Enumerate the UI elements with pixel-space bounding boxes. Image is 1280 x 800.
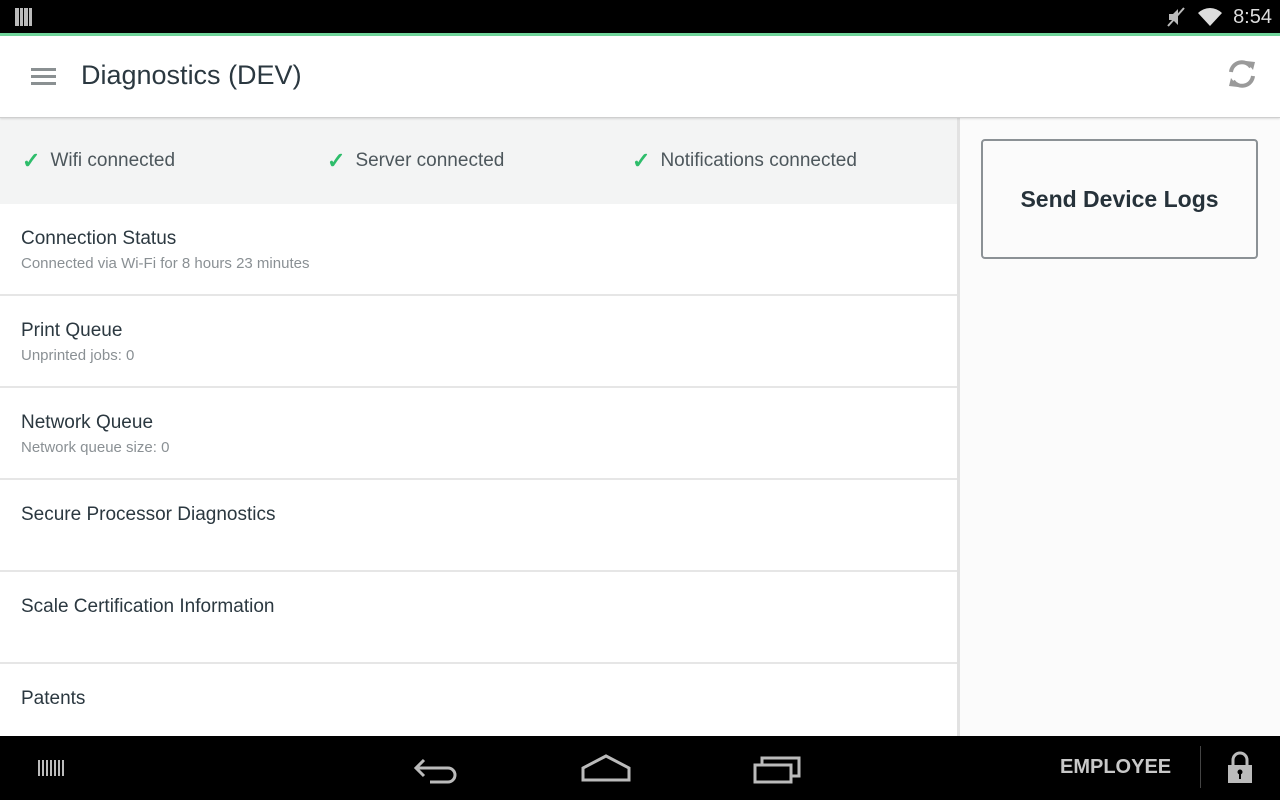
send-device-logs-button[interactable]: Send Device Logs (981, 139, 1258, 259)
checkmark-icon: ✓ (327, 148, 346, 173)
back-icon[interactable] (412, 748, 460, 788)
hamburger-menu-icon[interactable] (31, 68, 56, 85)
item-subtitle: Connected via Wi-Fi for 8 hours 23 minut… (21, 255, 310, 272)
recent-apps-icon[interactable] (752, 748, 804, 788)
diagnostics-list-panel: ✓ Wifi connected ✓ Server connected ✓ No… (0, 118, 957, 736)
list-item-print-queue[interactable]: Print Queue Unprinted jobs: 0 (0, 296, 957, 388)
item-title: Print Queue (21, 320, 123, 341)
item-title: Patents (21, 688, 86, 709)
item-subtitle: Network queue size: 0 (21, 439, 170, 456)
check-notifications: ✓ Notifications connected (632, 148, 857, 174)
list-item-connection-status[interactable]: Connection Status Connected via Wi-Fi fo… (0, 204, 957, 296)
checkmark-icon: ✓ (632, 148, 651, 173)
side-panel: Send Device Logs (960, 118, 1280, 736)
list-item-secure-processor[interactable]: Secure Processor Diagnostics (0, 480, 957, 572)
check-label: Notifications connected (660, 150, 857, 171)
nav-separator (1200, 746, 1201, 788)
check-server: ✓ Server connected (327, 148, 504, 174)
system-nav-bar: EMPLOYEE (0, 736, 1280, 800)
app-bar: Diagnostics (DEV) (0, 36, 1280, 118)
refresh-icon[interactable] (1224, 56, 1260, 92)
barcode-icon[interactable] (38, 760, 68, 776)
checkmark-icon: ✓ (22, 148, 41, 173)
item-title: Scale Certification Information (21, 596, 275, 617)
barcode-scanner-icon (15, 8, 32, 26)
wifi-icon (1198, 8, 1223, 26)
mute-icon (1167, 7, 1185, 27)
check-label: Server connected (355, 150, 505, 171)
system-status-bar: 8:54 (0, 0, 1280, 36)
page-title: Diagnostics (DEV) (81, 60, 302, 90)
check-wifi: ✓ Wifi connected (22, 148, 175, 174)
item-title: Connection Status (21, 228, 177, 249)
content-area: ✓ Wifi connected ✓ Server connected ✓ No… (0, 118, 1280, 736)
item-title: Network Queue (21, 412, 154, 433)
list-item-scale-certification[interactable]: Scale Certification Information (0, 572, 957, 664)
check-label: Wifi connected (50, 150, 176, 171)
item-title: Secure Processor Diagnostics (21, 504, 276, 525)
list-item-network-queue[interactable]: Network Queue Network queue size: 0 (0, 388, 957, 480)
status-icons: 8:54 (1165, 4, 1272, 30)
item-subtitle: Unprinted jobs: 0 (21, 347, 135, 364)
clock: 8:54 (1233, 5, 1272, 28)
connection-checks-strip: ✓ Wifi connected ✓ Server connected ✓ No… (0, 118, 957, 204)
lock-icon[interactable] (1226, 750, 1254, 784)
home-icon[interactable] (580, 748, 632, 788)
employee-button[interactable]: EMPLOYEE (1060, 756, 1171, 779)
